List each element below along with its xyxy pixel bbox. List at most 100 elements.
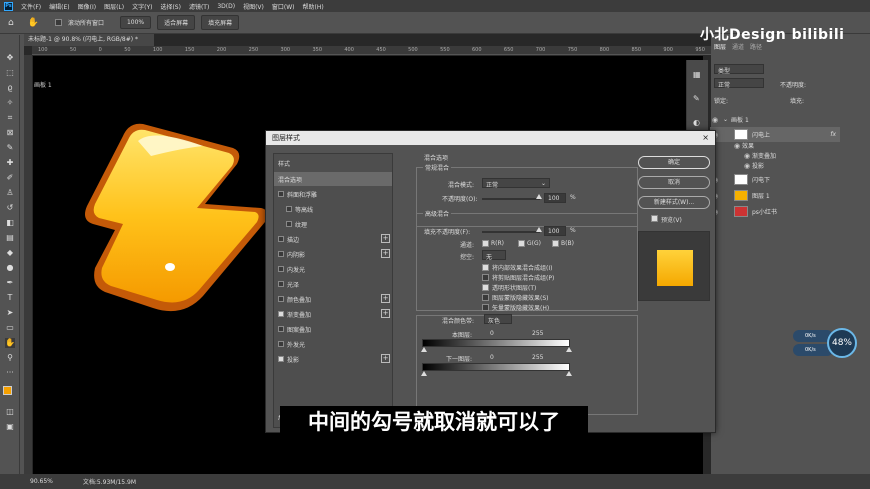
screen-mode-icon[interactable]: ▣ [5, 422, 15, 432]
close-icon[interactable]: × [702, 131, 709, 145]
channel-b-checkbox[interactable] [552, 240, 559, 247]
style-item[interactable]: 外发光 [274, 337, 392, 351]
brush-tool-icon[interactable]: ✐ [5, 173, 15, 183]
cancel-button[interactable]: 取消 [638, 176, 710, 189]
style-item[interactable]: 描边 + [274, 232, 392, 246]
style-item[interactable]: 内阴影 + [274, 247, 392, 261]
this-layer-black-knob[interactable] [421, 347, 427, 352]
add-style-icon[interactable]: + [381, 249, 390, 258]
add-style-icon[interactable]: + [381, 354, 390, 363]
style-item[interactable]: 投影 + [274, 352, 392, 366]
dialog-titlebar[interactable]: 图层样式 × [266, 131, 715, 145]
status-zoom[interactable]: 90.65% [30, 478, 53, 485]
style-checkbox[interactable] [278, 311, 284, 317]
magic-wand-icon[interactable]: ✧ [5, 98, 15, 108]
style-checkbox[interactable] [278, 341, 284, 347]
hand-tool-icon[interactable]: ✋ [28, 18, 39, 28]
shape-tool-icon[interactable]: ▭ [5, 323, 15, 333]
hand-tool-icon[interactable]: ✋ [5, 338, 15, 348]
type-tool-icon[interactable]: T [5, 293, 15, 303]
add-style-icon[interactable]: + [381, 309, 390, 318]
ok-button[interactable]: 确定 [638, 156, 710, 169]
pen-tool-icon[interactable]: ✒ [5, 278, 15, 288]
eraser-tool-icon[interactable]: ◧ [5, 218, 15, 228]
gradient-tool-icon[interactable]: ▤ [5, 233, 15, 243]
scroll-all-checkbox[interactable] [54, 19, 62, 26]
style-item[interactable]: 渐变叠加 + [274, 307, 392, 321]
zoom-field[interactable]: 100% [119, 16, 152, 29]
blur-tool-icon[interactable]: ◆ [5, 248, 15, 258]
foreground-color-swatch[interactable] [3, 386, 12, 395]
this-layer-gradient-bar[interactable] [422, 339, 570, 347]
visibility-eye-icon[interactable]: ◉ [732, 142, 742, 150]
crop-tool-icon[interactable]: ⌗ [5, 113, 15, 123]
opacity-slider-knob[interactable] [536, 194, 542, 199]
menu-edit[interactable]: 编辑(E) [49, 2, 69, 11]
fill-screen-button[interactable]: 填充屏幕 [201, 15, 240, 30]
marquee-tool-icon[interactable]: ⬚ [5, 68, 15, 78]
under-layer-gradient-bar[interactable] [422, 363, 570, 371]
stamp-tool-icon[interactable]: ♙ [5, 188, 15, 198]
style-item[interactable]: 光泽 [274, 277, 392, 291]
style-item[interactable]: 纹理 [274, 217, 392, 231]
under-layer-black-knob[interactable] [421, 371, 427, 376]
add-style-icon[interactable]: + [381, 234, 390, 243]
layer-row[interactable]: ◉ ps小红书 [710, 204, 840, 219]
menu-filter[interactable]: 滤镜(T) [189, 2, 209, 11]
blend-mode-select[interactable]: 正常 ⌄ [482, 178, 550, 189]
visibility-eye-icon[interactable]: ◉ [710, 116, 720, 124]
style-item[interactable]: 等高线 [274, 202, 392, 216]
advanced-option-checkbox[interactable] [482, 304, 489, 311]
menu-file[interactable]: 文件(F) [21, 2, 41, 11]
fx-badge[interactable]: fx [830, 131, 836, 138]
dodge-tool-icon[interactable]: ● [5, 263, 15, 273]
style-checkbox[interactable] [286, 221, 292, 227]
style-item[interactable]: 斜面和浮雕 [274, 187, 392, 201]
style-checkbox[interactable] [278, 356, 284, 362]
blend-if-select[interactable]: 灰色 [484, 314, 512, 325]
style-checkbox[interactable] [278, 296, 284, 302]
layer-blend-mode[interactable]: 正常 [714, 78, 764, 89]
knockout-select[interactable]: 无 [482, 250, 506, 261]
style-checkbox[interactable] [278, 191, 284, 197]
menu-layer[interactable]: 图层(L) [104, 2, 124, 11]
document-tab[interactable]: 未标题-1 @ 90.8% (闪电上, RGB/8#) * [24, 34, 154, 46]
menu-help[interactable]: 帮助(H) [303, 2, 324, 11]
layer-row[interactable]: ◉ 闪电下 [710, 172, 840, 187]
style-item[interactable]: 图案叠加 [274, 322, 392, 336]
preview-checkbox[interactable] [651, 215, 658, 222]
styles-header[interactable]: 样式 [274, 156, 392, 170]
layer-effect-shadow-row[interactable]: ◉ 投影 [710, 160, 840, 171]
style-item[interactable]: 颜色叠加 + [274, 292, 392, 306]
fill-opacity-slider-knob[interactable] [536, 227, 542, 232]
lasso-tool-icon[interactable]: ϱ [5, 83, 15, 93]
frame-tool-icon[interactable]: ⊠ [5, 128, 15, 138]
advanced-option-checkbox[interactable] [482, 294, 489, 301]
layer-row[interactable]: ◉ 图层 1 [710, 188, 840, 203]
style-item[interactable]: 内发光 [274, 262, 392, 276]
status-doc-size[interactable]: 文档:5.93M/15.9M [83, 477, 136, 486]
menu-image[interactable]: 图像(I) [78, 2, 96, 11]
style-checkbox[interactable] [278, 266, 284, 272]
zoom-tool-icon[interactable]: ⚲ [5, 353, 15, 363]
add-style-icon[interactable]: + [381, 294, 390, 303]
eyedropper-icon[interactable]: ✎ [5, 143, 15, 153]
fill-opacity-field[interactable]: 100 [544, 226, 566, 236]
more-tools-icon[interactable]: ··· [5, 368, 15, 378]
chevron-down-icon[interactable]: ⌄ [723, 116, 728, 123]
fit-screen-button[interactable]: 适合屏幕 [157, 15, 196, 30]
this-layer-white-knob[interactable] [566, 347, 572, 352]
channel-g-checkbox[interactable] [518, 240, 525, 247]
menu-3d[interactable]: 3D(D) [217, 3, 235, 10]
advanced-option-checkbox[interactable] [482, 264, 489, 271]
style-checkbox[interactable] [278, 281, 284, 287]
visibility-eye-icon[interactable]: ◉ [742, 152, 752, 160]
fill-opacity-slider[interactable] [482, 231, 540, 233]
healing-brush-icon[interactable]: ✚ [5, 158, 15, 168]
quick-mask-icon[interactable]: ◫ [5, 407, 15, 417]
under-layer-white-knob[interactable] [566, 371, 572, 376]
style-checkbox[interactable] [278, 251, 284, 257]
properties-panel-icon[interactable]: ✎ [693, 94, 700, 103]
advanced-option-checkbox[interactable] [482, 284, 489, 291]
opacity-slider[interactable] [482, 198, 540, 200]
